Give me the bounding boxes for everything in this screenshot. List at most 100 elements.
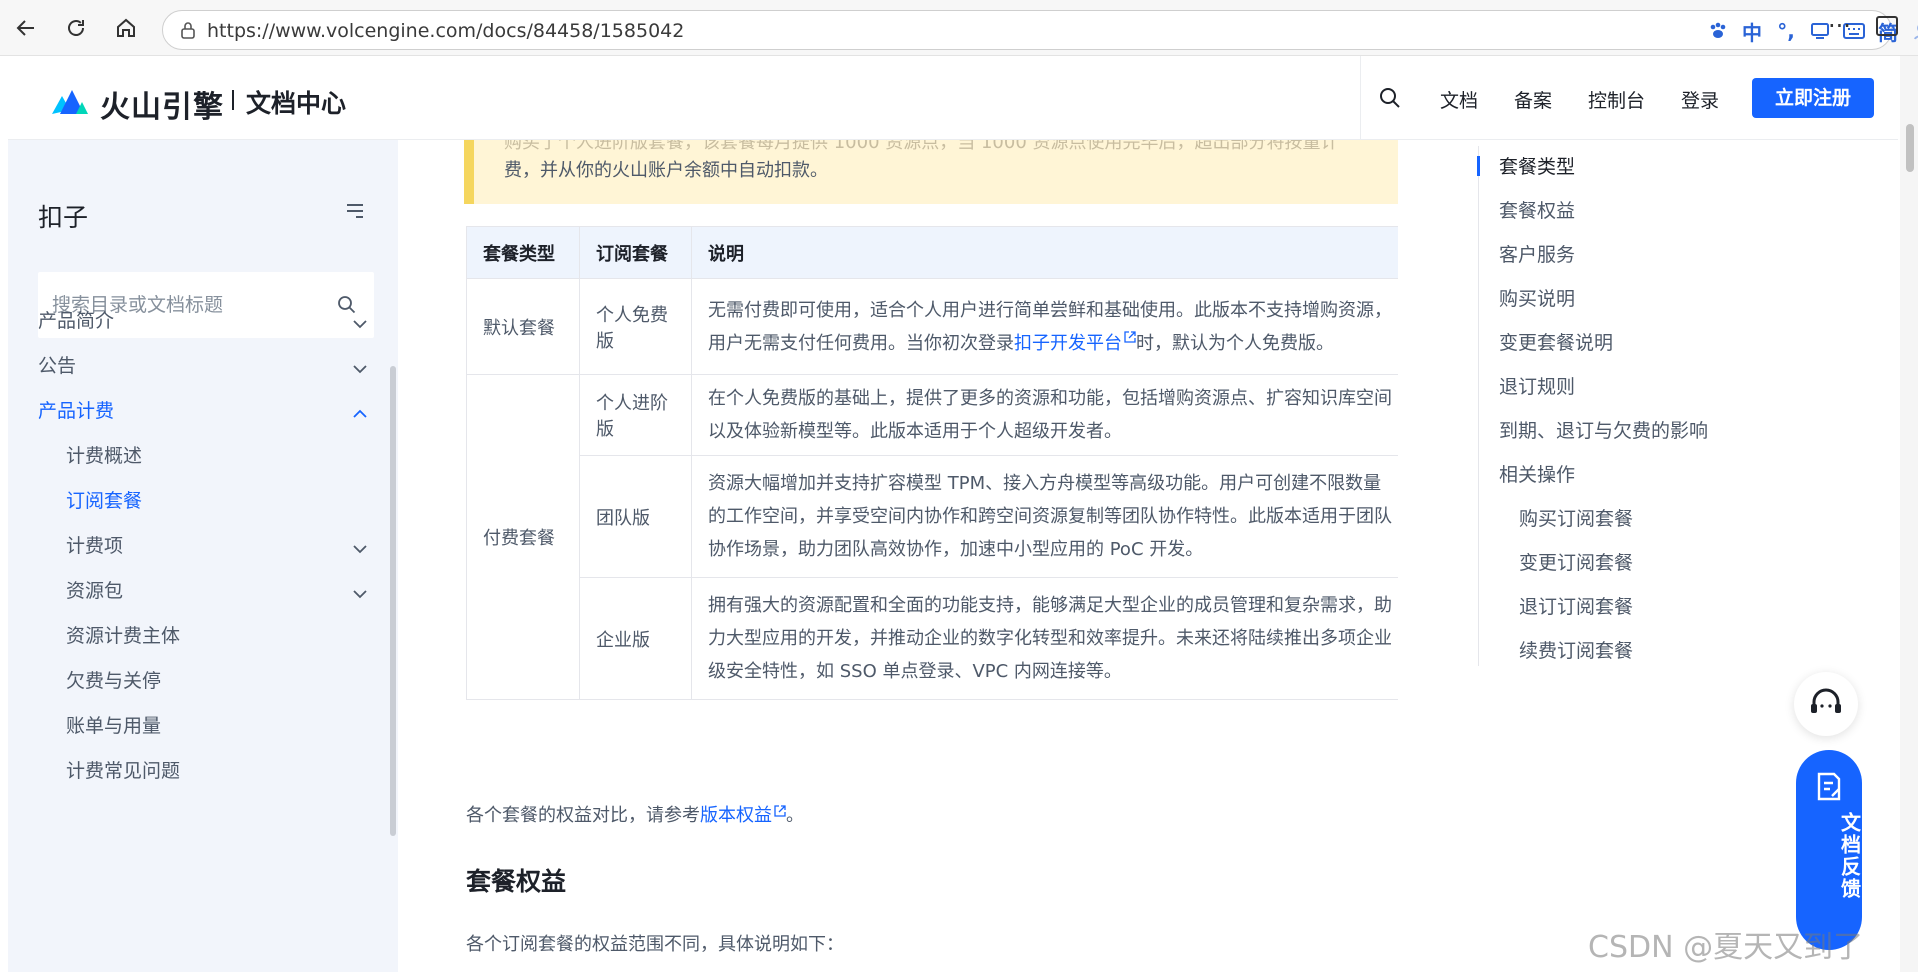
sidebar-item-billing-items[interactable]: 计费项 <box>66 531 378 571</box>
table-row: 默认套餐 个人免费版 无需付费即可使用，适合个人用户进行简单尝鲜和基础使用。此版… <box>466 278 1398 375</box>
home-icon[interactable] <box>108 10 144 46</box>
volcengine-logo-icon[interactable] <box>50 82 90 116</box>
table-row: 团队版 资源大幅增加并支持扩容模型 TPM、接入方舟模型等高级功能。用户可创建不… <box>467 455 1398 578</box>
coze-platform-link[interactable]: 扣子开发平台 <box>1014 330 1136 354</box>
toc-item[interactable]: 相关操作 <box>1499 460 1575 487</box>
link-label: 版本权益 <box>700 805 772 826</box>
search-icon[interactable] <box>1376 84 1404 112</box>
sidebar-item-label: 资源包 <box>66 580 124 602</box>
sidebar-item-billing-entity[interactable]: 资源计费主体 <box>66 621 378 661</box>
headset-icon <box>1811 688 1841 713</box>
brand-name[interactable]: 火山引擎 <box>100 82 224 126</box>
sidebar-item-subscription[interactable]: 订阅套餐 <box>66 486 378 526</box>
table-header: 说明 <box>691 226 1398 279</box>
nav-docs[interactable]: 文档 <box>1440 86 1478 113</box>
sidebar-item-label: 计费项 <box>66 535 124 557</box>
register-button[interactable]: 立即注册 <box>1752 78 1874 118</box>
page-scrollbar[interactable] <box>1900 56 1918 972</box>
sidebar-item-bills-usage[interactable]: 账单与用量 <box>66 711 378 751</box>
section-title: 套餐权益 <box>466 867 567 896</box>
sidebar-title: 扣子 <box>38 203 89 232</box>
chevron-down-icon <box>353 320 367 329</box>
toc-active-marker <box>1477 156 1480 176</box>
sidebar-item-arrears[interactable]: 欠费与关停 <box>66 666 378 706</box>
sidebar-item-label: 计费常见问题 <box>66 760 181 782</box>
reload-icon[interactable] <box>58 10 94 46</box>
toc-item[interactable]: 套餐类型 <box>1499 152 1575 179</box>
compare-paragraph: 各个套餐的权益对比，请参考版本权益。 <box>466 801 804 827</box>
sidebar-item-resource-pack[interactable]: 资源包 <box>66 576 378 616</box>
sidebar-item-label: 产品计费 <box>38 400 115 422</box>
sidebar-item-product-intro[interactable]: 产品简介 <box>38 306 378 346</box>
table-row: 付费套餐 个人进阶版 在个人免费版的基础上，提供了更多的资源和功能，包括增购资源… <box>466 374 1398 700</box>
paw-extension-icon[interactable] <box>1705 18 1731 44</box>
back-icon[interactable] <box>8 10 44 46</box>
sidebar-item-billing-overview[interactable]: 计费概述 <box>66 441 378 481</box>
ime-chinese-icon[interactable]: 中 <box>1739 18 1765 45</box>
toc-item[interactable]: 购买说明 <box>1499 284 1575 311</box>
doc-feedback-button[interactable]: 文档反馈 <box>1796 750 1862 950</box>
docs-center-title[interactable]: 文档中心 <box>246 84 346 120</box>
toc-item[interactable]: 到期、退订与欠费的影响 <box>1499 416 1708 443</box>
chevron-down-icon <box>353 590 367 599</box>
table-row: 企业版 拥有强大的资源配置和全面的功能支持，能够满足大型企业的成员管理和复杂需求… <box>467 577 1398 700</box>
toc-item[interactable]: 客户服务 <box>1499 240 1575 267</box>
paragraph-text: 。 <box>786 805 804 826</box>
nav-login[interactable]: 登录 <box>1681 86 1719 113</box>
plan-type-cell: 付费套餐 <box>466 374 580 700</box>
notice-box: 购买了个人进阶版套餐，该套餐每月提供 1000 资源点，当 1000 资源点使用… <box>464 140 1398 204</box>
customer-service-button[interactable] <box>1794 672 1858 736</box>
plan-desc-cell: 无需付费即可使用，适合个人用户进行简单尝鲜和基础使用。此版本不支持增购资源，用户… <box>691 278 1398 375</box>
address-bar[interactable]: https://www.volcengine.com/docs/84458/15… <box>162 10 1918 50</box>
external-link-icon <box>774 805 786 817</box>
plan-desc-cell: 在个人免费版的基础上，提供了更多的资源和功能，包括增购资源点、扩容知识库空间以及… <box>691 374 1398 456</box>
toc-item[interactable]: 套餐权益 <box>1499 196 1575 223</box>
toc-subitem[interactable]: 续费订阅套餐 <box>1519 636 1633 663</box>
doc-sidebar: 扣子 产品简介 公告 产品计费 计费概述 订阅套餐 计费项 资源包 资源计费主体… <box>8 140 398 972</box>
browser-toolbar: https://www.volcengine.com/docs/84458/15… <box>0 0 1918 56</box>
sidebar-item-label: 产品简介 <box>38 310 115 332</box>
chevron-down-icon <box>353 545 367 554</box>
table-of-contents: 套餐类型 套餐权益 客户服务 购买说明 变更套餐说明 退订规则 到期、退订与欠费… <box>1477 146 1738 666</box>
toc-item[interactable]: 变更套餐说明 <box>1499 328 1613 355</box>
sidebar-item-label: 资源计费主体 <box>66 625 181 647</box>
more-icon[interactable]: ··· <box>1828 12 1851 40</box>
sidebar-item-billing[interactable]: 产品计费 <box>38 396 378 436</box>
menu-icon[interactable] <box>346 204 364 218</box>
sidebar-scrollbar[interactable] <box>390 366 396 836</box>
sidebar-item-label: 账单与用量 <box>66 715 162 737</box>
sidebar-toggle-icon[interactable] <box>1876 16 1898 36</box>
logo-divider <box>232 90 234 110</box>
toc-item[interactable]: 退订规则 <box>1499 372 1575 399</box>
plan-desc-cell: 拥有强大的资源配置和全面的功能支持，能够满足大型企业的成员管理和复杂需求，助力大… <box>691 577 1398 700</box>
header-nav: 文档 备案 控制台 登录 <box>1440 86 1719 113</box>
external-link-icon <box>1124 330 1136 343</box>
plan-type-cell: 默认套餐 <box>466 278 580 375</box>
lock-icon <box>181 22 195 39</box>
notice-text: 费，并从你的火山账户余额中自动扣款。 <box>504 160 828 181</box>
table-header-row: 套餐类型 订阅套餐 说明 <box>466 226 1398 279</box>
version-benefits-link[interactable]: 版本权益 <box>700 805 786 826</box>
paragraph-text: 各个套餐的权益对比，请参考 <box>466 805 700 826</box>
ime-punctuation-icon[interactable]: °, <box>1773 18 1799 44</box>
section-intro: 各个订阅套餐的权益范围不同，具体说明如下： <box>466 934 844 955</box>
toc-subitem[interactable]: 购买订阅套餐 <box>1519 504 1633 531</box>
sidebar-item-billing-faq[interactable]: 计费常见问题 <box>66 756 378 796</box>
url-text: https://www.volcengine.com/docs/84458/15… <box>207 20 685 42</box>
sidebar-item-announcement[interactable]: 公告 <box>38 351 378 391</box>
user-icon[interactable] <box>1909 18 1918 44</box>
nav-console[interactable]: 控制台 <box>1588 86 1645 113</box>
toc-subitem[interactable]: 变更订阅套餐 <box>1519 548 1633 575</box>
page-scrollbar-thumb[interactable] <box>1906 124 1914 172</box>
sidebar-item-label: 欠费与关停 <box>66 670 162 692</box>
plans-table: 套餐类型 订阅套餐 说明 默认套餐 个人免费版 无需付费即可使用，适合个人用户进… <box>466 226 1398 700</box>
doc-content: 购买了个人进阶版套餐，该套餐每月提供 1000 资源点，当 1000 资源点使用… <box>398 140 1398 972</box>
toc-subitem[interactable]: 退订订阅套餐 <box>1519 592 1633 619</box>
header-divider <box>1360 56 1361 140</box>
table-header: 套餐类型 <box>466 226 580 279</box>
nav-filing[interactable]: 备案 <box>1514 86 1552 113</box>
table-header: 订阅套餐 <box>579 226 692 279</box>
feedback-label: 文档反馈 <box>1837 812 1862 900</box>
sidebar-item-label: 订阅套餐 <box>66 490 143 512</box>
plan-desc-cell: 资源大幅增加并支持扩容模型 TPM、接入方舟模型等高级功能。用户可创建不限数量的… <box>691 455 1398 578</box>
